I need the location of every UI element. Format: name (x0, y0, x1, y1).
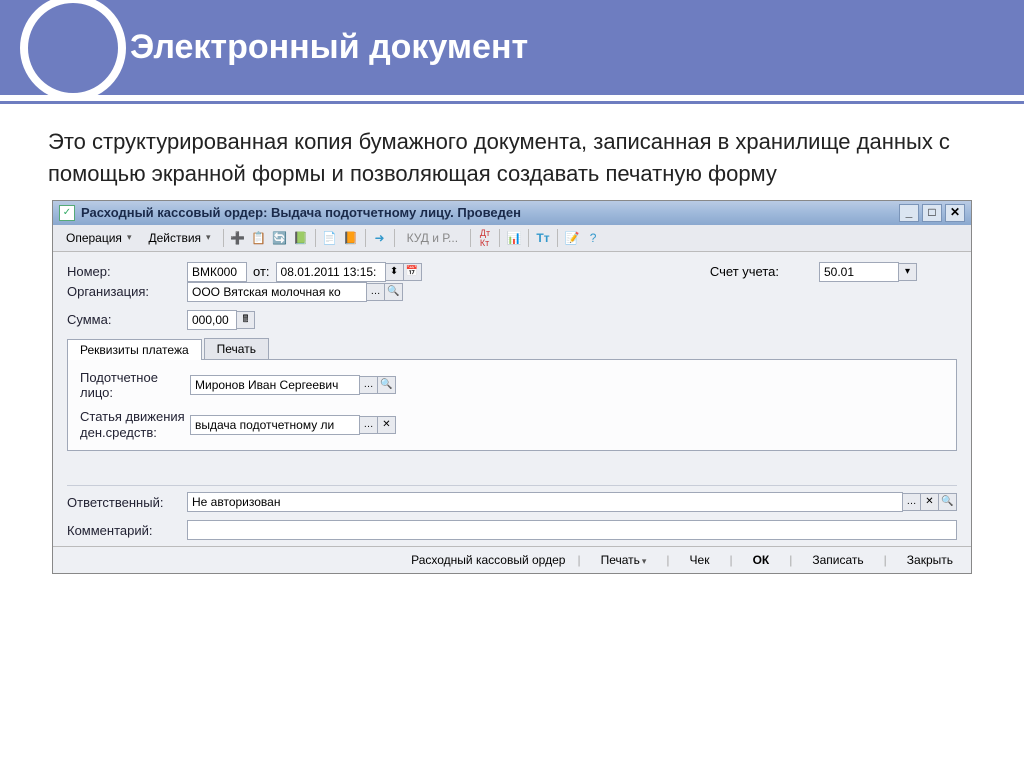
doc-orange-icon[interactable]: 📙 (342, 229, 360, 247)
post-icon[interactable]: 📗 (292, 229, 310, 247)
check-button[interactable]: Чек (682, 551, 718, 569)
person-label: Подотчетное лицо: (80, 370, 190, 401)
minimize-button[interactable]: _ (899, 204, 919, 222)
close-button[interactable]: ✕ (945, 204, 965, 222)
document-icon: ✓ (59, 205, 75, 221)
toolbar: Операция Действия ➕ 📋 🔄 📗 📄 📙 ➜ КУД и Р.… (53, 225, 971, 252)
close-form-button[interactable]: Закрыть (899, 551, 961, 569)
account-label: Счет учета: (710, 264, 779, 279)
go-icon[interactable]: ➜ (371, 229, 389, 247)
operation-menu[interactable]: Операция (59, 228, 138, 248)
account-input[interactable]: 50.01 (819, 262, 899, 282)
maximize-button[interactable]: □ (922, 204, 942, 222)
slide-title: Электронный документ (130, 28, 528, 67)
org-label: Организация: (67, 284, 187, 299)
sum-calc-icon[interactable]: 🖩 (237, 311, 255, 329)
comment-label: Комментарий: (67, 523, 187, 538)
actions-menu[interactable]: Действия (141, 228, 217, 248)
form-body: Номер: ВМК000 от: 08.01.2011 13:15: ⬍ 📅 … (53, 252, 971, 546)
flow-label: Статья движения ден.средств: (80, 409, 190, 440)
add-icon[interactable]: ➕ (229, 229, 247, 247)
print-button[interactable]: Печать (593, 551, 655, 569)
org-input[interactable]: ООО Вятская молочная ко (187, 282, 367, 302)
save-button[interactable]: Записать (804, 551, 871, 569)
tab-content: Подотчетное лицо: Миронов Иван Сергеевич… (67, 359, 957, 451)
sum-label: Сумма: (67, 312, 187, 327)
sum-input[interactable]: 000,00 (187, 310, 237, 330)
help-icon[interactable]: ? (584, 229, 602, 247)
window-titlebar: ✓ Расходный кассовый ордер: Выдача подот… (53, 201, 971, 225)
report-icon[interactable]: 📊 (505, 229, 523, 247)
date-label: от: (253, 264, 270, 279)
comment-input[interactable] (187, 520, 957, 540)
date-spinner[interactable]: ⬍ (386, 263, 404, 281)
tab-requisites[interactable]: Реквизиты платежа (67, 339, 202, 360)
flow-input[interactable]: выдача подотчетному ли (190, 415, 360, 435)
person-select-button[interactable]: … (360, 376, 378, 394)
resp-label: Ответственный: (67, 495, 187, 510)
person-search-icon[interactable]: 🔍 (378, 376, 396, 394)
app-window: ✓ Расходный кассовый ордер: Выдача подот… (52, 200, 972, 574)
account-dropdown-icon[interactable]: ▾ (899, 263, 917, 281)
ok-button[interactable]: ОК (745, 551, 778, 569)
doc-type-label: Расходный кассовый ордер (411, 553, 565, 567)
doc-green-icon[interactable]: 📄 (321, 229, 339, 247)
refresh-icon[interactable]: 🔄 (271, 229, 289, 247)
settings-icon[interactable]: 📝 (563, 229, 581, 247)
dtkt-icon[interactable]: ДтКт (476, 229, 494, 247)
tt-icon[interactable]: Тт (534, 229, 552, 247)
org-search-icon[interactable]: 🔍 (385, 283, 403, 301)
resp-clear-button[interactable]: ✕ (921, 493, 939, 511)
window-title: Расходный кассовый ордер: Выдача подотче… (81, 205, 896, 220)
flow-select-button[interactable]: … (360, 416, 378, 434)
flow-clear-button[interactable]: ✕ (378, 416, 396, 434)
date-calendar-icon[interactable]: 📅 (404, 263, 422, 281)
bottom-bar: Расходный кассовый ордер Печать Чек ОК З… (53, 546, 971, 573)
slide-description: Это структурированная копия бумажного до… (0, 104, 1024, 200)
org-select-button[interactable]: … (367, 283, 385, 301)
tab-print[interactable]: Печать (204, 338, 269, 359)
list-icon[interactable]: 📋 (250, 229, 268, 247)
date-input[interactable]: 08.01.2011 13:15: (276, 262, 386, 282)
slide-header: Электронный документ (0, 0, 1024, 95)
resp-select-button[interactable]: … (903, 493, 921, 511)
number-label: Номер: (67, 264, 187, 279)
kudir-button[interactable]: КУД и Р... (400, 228, 465, 248)
number-input[interactable]: ВМК000 (187, 262, 247, 282)
resp-search-icon[interactable]: 🔍 (939, 493, 957, 511)
resp-input[interactable]: Не авторизован (187, 492, 903, 512)
person-input[interactable]: Миронов Иван Сергеевич (190, 375, 360, 395)
